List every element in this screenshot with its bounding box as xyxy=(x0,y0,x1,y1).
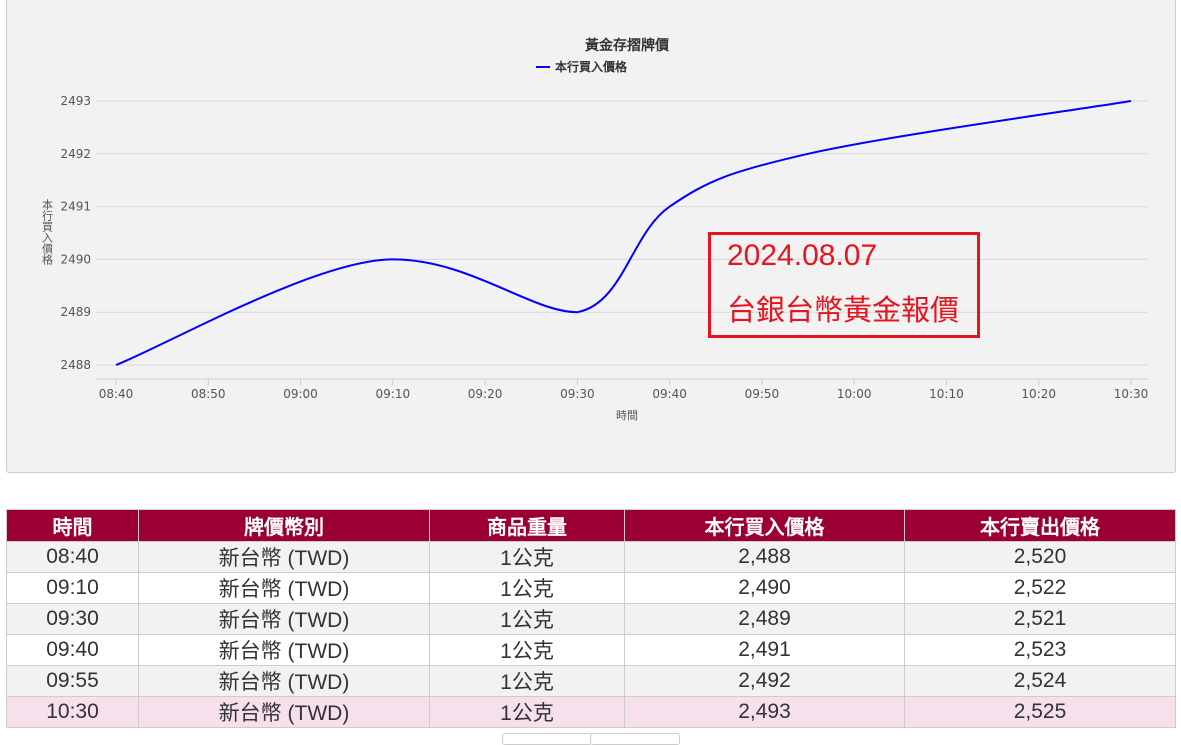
y-axis-title: 本行買入價格 xyxy=(41,198,54,266)
x-tick-label: 09:50 xyxy=(745,387,780,401)
cell-weight: 1公克 xyxy=(429,696,625,728)
y-tick-label: 2488 xyxy=(60,358,91,372)
cell-time: 08:40 xyxy=(6,541,139,573)
cell-weight: 1公克 xyxy=(429,634,625,666)
cell-weight: 1公克 xyxy=(429,603,625,635)
cell-buy: 2,491 xyxy=(624,634,905,666)
x-tick-label: 10:00 xyxy=(837,387,872,401)
cell-time: 09:55 xyxy=(6,665,139,697)
table-row: 08:40 新台幣 (TWD) 1公克 2,488 2,520 xyxy=(6,541,1176,573)
x-tick-label: 10:30 xyxy=(1114,387,1149,401)
cell-currency: 新台幣 (TWD) xyxy=(138,572,430,604)
cell-sell: 2,523 xyxy=(904,634,1176,666)
table-row: 09:10 新台幣 (TWD) 1公克 2,490 2,522 xyxy=(6,572,1176,604)
x-tick-label: 10:20 xyxy=(1021,387,1056,401)
col-header-time: 時間 xyxy=(6,509,139,542)
pager-button-next[interactable] xyxy=(590,733,680,745)
y-tick-label: 2490 xyxy=(60,252,91,266)
y-tick-label: 2492 xyxy=(60,147,91,161)
table-row: 09:30 新台幣 (TWD) 1公克 2,489 2,521 xyxy=(6,603,1176,635)
table-row: 09:55 新台幣 (TWD) 1公克 2,492 2,524 xyxy=(6,665,1176,697)
cell-sell: 2,521 xyxy=(904,603,1176,635)
y-tick-label: 2491 xyxy=(60,200,91,214)
x-tick-label: 09:10 xyxy=(376,387,411,401)
annotation-box: 2024.08.07 台銀台幣黃金報價 xyxy=(708,232,980,338)
cell-buy: 2,493 xyxy=(624,696,905,728)
cell-time: 09:30 xyxy=(6,603,139,635)
x-tick-label: 09:30 xyxy=(560,387,595,401)
cell-buy: 2,490 xyxy=(624,572,905,604)
cell-currency: 新台幣 (TWD) xyxy=(138,541,430,573)
col-header-currency: 牌價幣別 xyxy=(138,509,430,542)
cell-weight: 1公克 xyxy=(429,665,625,697)
table-row: 09:40 新台幣 (TWD) 1公克 2,491 2,523 xyxy=(6,634,1176,666)
cell-currency: 新台幣 (TWD) xyxy=(138,696,430,728)
cell-buy: 2,492 xyxy=(624,665,905,697)
x-tick-label: 09:40 xyxy=(652,387,687,401)
x-tick-label: 09:20 xyxy=(468,387,503,401)
y-tick-label: 2489 xyxy=(60,305,91,319)
x-tick-label: 08:40 xyxy=(99,387,134,401)
cell-sell: 2,522 xyxy=(904,572,1176,604)
x-tick-label: 08:50 xyxy=(191,387,226,401)
chart-container: 2488 2489 2490 2491 2492 2493 08:40 08:50 09:00 0… xyxy=(6,0,1176,473)
x-tick-label: 09:00 xyxy=(283,387,318,401)
price-table: 時間 牌價幣別 商品重量 本行買入價格 本行賣出價格 08:40 新台幣 (TWD… xyxy=(6,509,1176,728)
cell-sell: 2,520 xyxy=(904,541,1176,573)
line-chart: 2488 2489 2490 2491 2492 2493 08:40 08:50 09:00 0… xyxy=(41,37,1149,422)
chart-title: 黃金存摺牌價 xyxy=(584,37,670,54)
cell-time: 10:30 xyxy=(6,696,139,728)
table-row: 10:30 新台幣 (TWD) 1公克 2,493 2,525 xyxy=(6,696,1176,728)
y-tick-label: 2493 xyxy=(60,94,91,108)
col-header-weight: 商品重量 xyxy=(429,509,625,542)
x-axis-title: 時間 xyxy=(616,409,638,422)
pager-button-prev[interactable] xyxy=(502,733,592,745)
cell-sell: 2,525 xyxy=(904,696,1176,728)
cell-weight: 1公克 xyxy=(429,572,625,604)
cell-sell: 2,524 xyxy=(904,665,1176,697)
col-header-sell: 本行賣出價格 xyxy=(904,509,1176,542)
annotation-date: 2024.08.07 xyxy=(727,239,878,272)
col-header-buy: 本行買入價格 xyxy=(624,509,905,542)
cell-buy: 2,488 xyxy=(624,541,905,573)
cell-currency: 新台幣 (TWD) xyxy=(138,634,430,666)
cell-time: 09:10 xyxy=(6,572,139,604)
cell-buy: 2,489 xyxy=(624,603,905,635)
cell-currency: 新台幣 (TWD) xyxy=(138,603,430,635)
annotation-text: 台銀台幣黃金報價 xyxy=(727,295,960,327)
cell-time: 09:40 xyxy=(6,634,139,666)
x-tick-label: 10:10 xyxy=(929,387,964,401)
cell-weight: 1公克 xyxy=(429,541,625,573)
cell-currency: 新台幣 (TWD) xyxy=(138,665,430,697)
legend-item: 本行買入價格 xyxy=(555,59,628,74)
